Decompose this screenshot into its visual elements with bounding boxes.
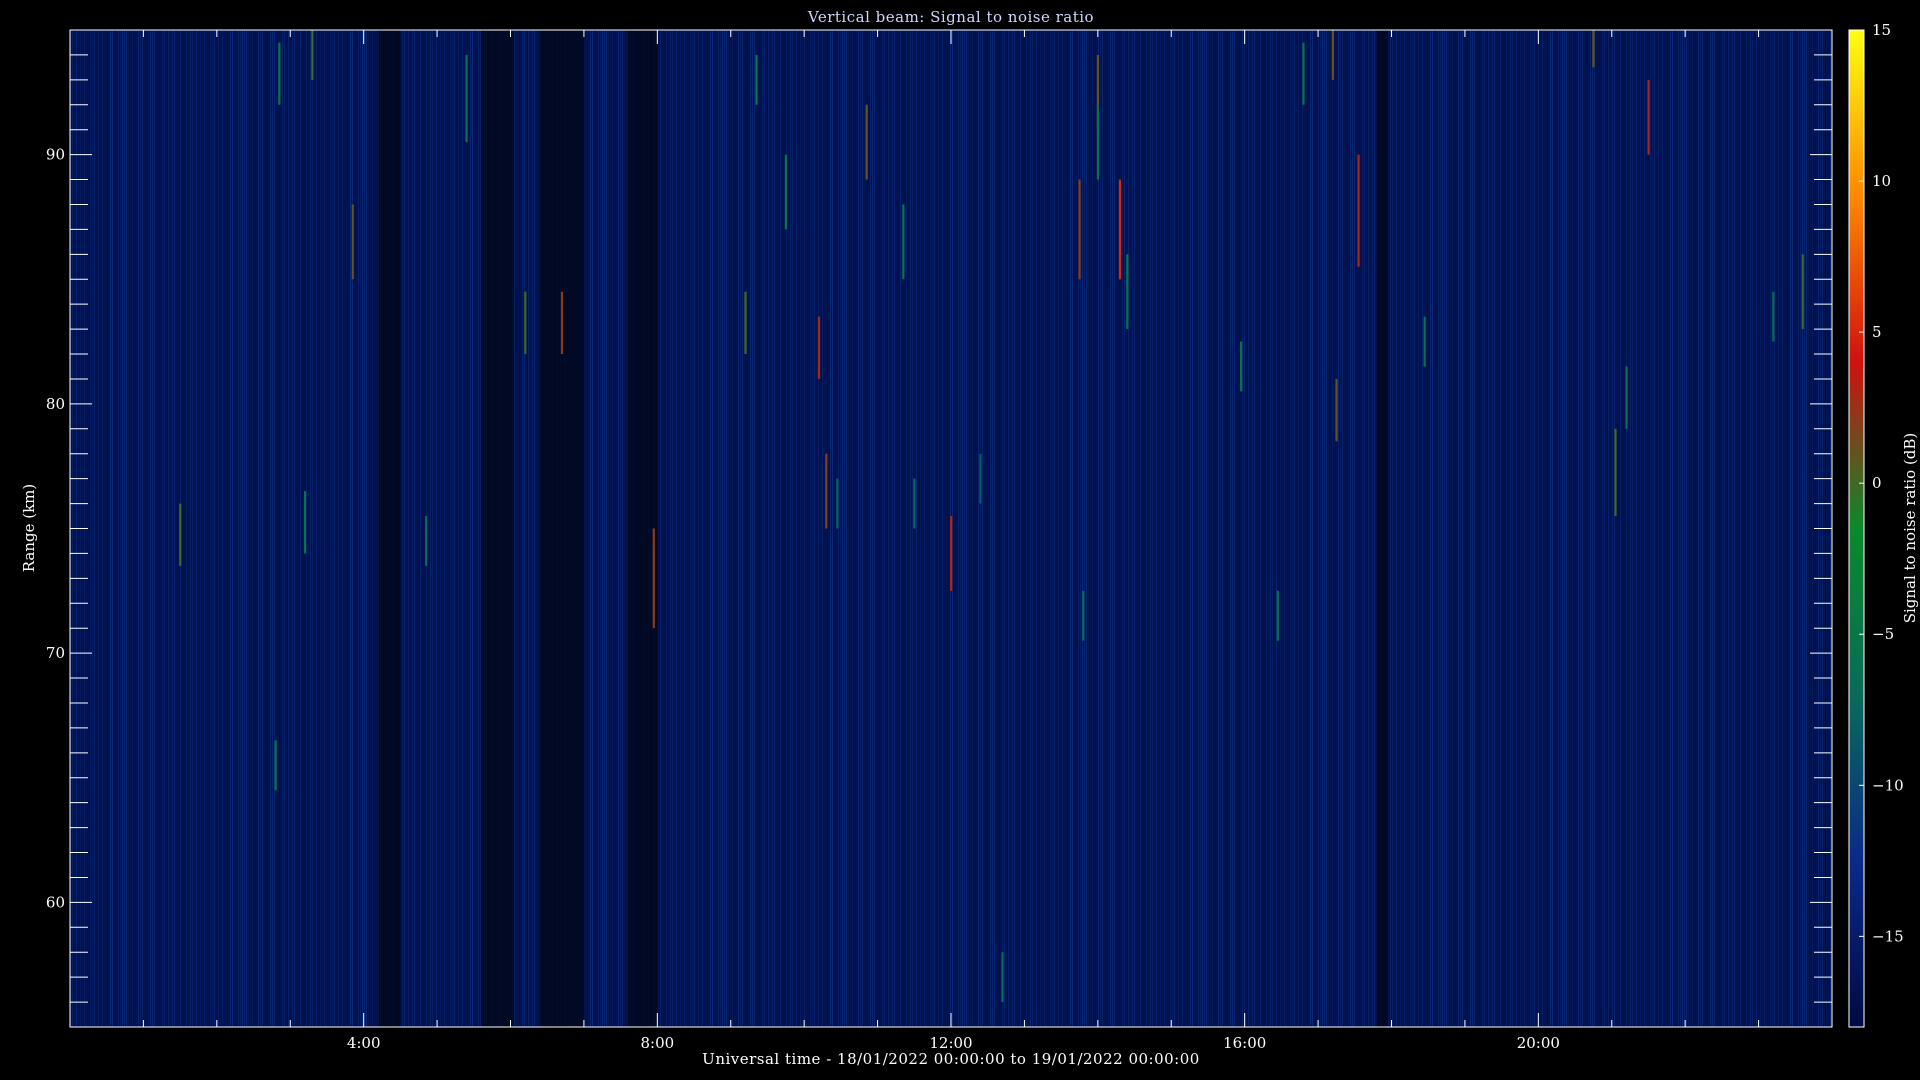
echo-mark [1001, 952, 1004, 1003]
echo-mark [1082, 590, 1085, 641]
echo-mark [1126, 254, 1129, 330]
echo-mark [465, 54, 468, 143]
x-tick-label: 16:00 [1223, 1034, 1266, 1052]
colorbar-tick-label: 15 [1872, 21, 1891, 39]
echo-mark [1772, 291, 1775, 342]
echo-mark [913, 478, 916, 529]
echo-mark [652, 528, 655, 629]
x-tick-label: 20:00 [1517, 1034, 1560, 1052]
echo-mark [784, 154, 788, 230]
echo-mark [902, 204, 905, 280]
echo-mark [560, 291, 564, 355]
echo-mark [1357, 154, 1360, 267]
echo-mark [1276, 590, 1279, 641]
echo-mark [1614, 428, 1617, 517]
echo-mark [755, 54, 758, 105]
echo-mark [1118, 179, 1122, 280]
echo-mark [1801, 254, 1804, 330]
echo-mark [1647, 79, 1650, 155]
colorbar-tick-label: 5 [1872, 323, 1882, 341]
colorbar-tick-label: −5 [1872, 625, 1894, 643]
echo-mark [1423, 316, 1426, 367]
echo-mark [278, 42, 281, 105]
echo-mark [1335, 378, 1338, 442]
echo-mark [836, 478, 839, 529]
x-tick-label: 8:00 [640, 1034, 674, 1052]
echo-mark [825, 453, 828, 529]
echo-mark [351, 204, 354, 280]
y-tick-label: 70 [46, 644, 65, 662]
x-tick-label: 4:00 [347, 1034, 381, 1052]
echo-mark [1239, 341, 1243, 392]
echo-mark [311, 30, 314, 80]
echo-mark [1078, 179, 1081, 280]
low-signal-band [481, 30, 515, 1027]
y-tick-label: 60 [46, 893, 65, 911]
echo-mark [274, 740, 277, 791]
echo-mark [524, 291, 527, 355]
snr-heatmap-chart: 4:00 8:00 12:00 16:00 20:00 60 70 80 90 15 10 5 0 −5 −… [46, 21, 1904, 1052]
echo-mark [1592, 30, 1595, 68]
echo-mark [950, 516, 953, 591]
low-signal-band [1376, 30, 1388, 1027]
echo-mark [744, 291, 747, 355]
colorbar-tick-label: −15 [1872, 927, 1904, 945]
y-tick-label: 80 [46, 395, 65, 413]
echo-mark [1302, 42, 1305, 105]
echo-mark [1331, 30, 1334, 80]
colorbar [1848, 29, 1865, 1028]
low-signal-band [539, 30, 584, 1027]
echo-mark [1625, 366, 1628, 429]
echo-mark [425, 516, 428, 566]
echo-mark [979, 453, 982, 504]
low-signal-band [378, 30, 401, 1027]
echo-mark [303, 491, 307, 554]
echo-mark [1096, 104, 1100, 180]
y-tick-label: 90 [46, 146, 65, 164]
colorbar-tick-label: −10 [1872, 776, 1904, 794]
echo-mark [817, 316, 821, 379]
echo-mark [179, 503, 182, 566]
x-tick-label: 12:00 [929, 1034, 972, 1052]
echo-mark [865, 104, 868, 180]
colorbar-tick-label: 0 [1872, 474, 1882, 492]
colorbar-tick-label: 10 [1872, 172, 1891, 190]
